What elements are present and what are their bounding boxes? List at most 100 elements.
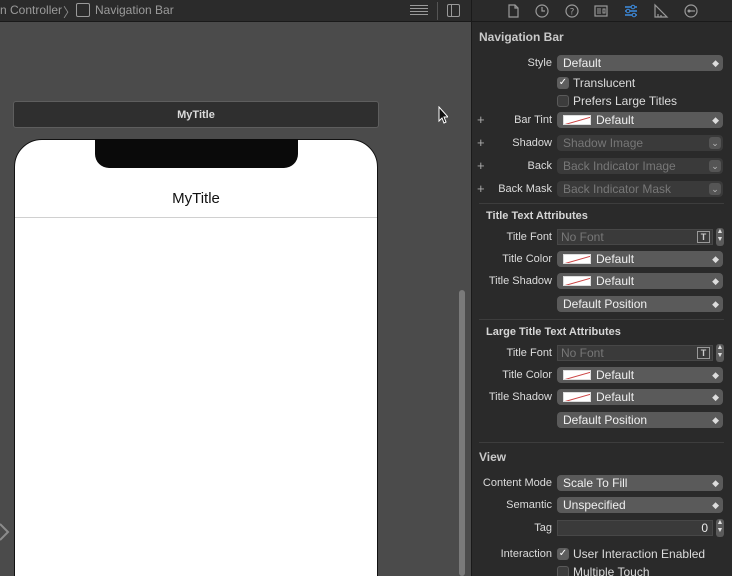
breadcrumb-controller[interactable]: n Controller (0, 3, 62, 17)
large-title-color-label: Title Color (502, 369, 552, 381)
font-picker-icon[interactable]: T (697, 231, 710, 243)
style-label: Style (527, 57, 552, 69)
navigation-bar-title[interactable]: MyTitle (15, 190, 377, 207)
title-font-label: Title Font (506, 231, 552, 243)
translucent-label: Translucent (573, 76, 636, 90)
title-shadow-position-value: Default Position (563, 297, 648, 311)
font-picker-icon[interactable]: T (697, 347, 710, 359)
style-popup[interactable]: Default ◆ (557, 55, 723, 71)
section-view: View (479, 450, 507, 464)
scene-title-bar[interactable]: MyTitle (13, 101, 379, 128)
translucent-checkbox[interactable]: ✓ (557, 77, 569, 89)
size-icon[interactable] (653, 3, 669, 19)
connections-icon[interactable] (683, 3, 699, 19)
large-title-font-placeholder: No Font (561, 346, 604, 360)
svg-text:?: ? (570, 8, 575, 18)
bar-tint-popup[interactable]: Default ◆ (557, 112, 723, 128)
title-color-label: Title Color (502, 253, 552, 265)
style-value: Default (563, 56, 602, 70)
popup-arrows-icon: ◆ (712, 415, 719, 425)
content-mode-value: Scale To Fill (563, 476, 628, 490)
semantic-value: Unspecified (563, 498, 626, 512)
tag-stepper[interactable]: ▲ ▼ (716, 519, 724, 537)
shadow-placeholder: Shadow Image (563, 136, 644, 150)
title-shadow-popup[interactable]: Default ◆ (557, 273, 723, 289)
entry-point-arrow-icon (0, 523, 10, 541)
large-title-font-field[interactable]: No Font T (557, 345, 713, 361)
semantic-popup[interactable]: Unspecified ◆ (557, 497, 723, 513)
history-icon[interactable] (534, 3, 550, 19)
back-indicator-combo[interactable]: Back Indicator Image ⌄ (557, 158, 723, 174)
divider (479, 203, 724, 204)
tag-field[interactable]: 0 (557, 520, 713, 536)
attributes-icon[interactable] (623, 3, 639, 19)
prefers-large-titles-checkbox[interactable] (557, 95, 569, 107)
popup-arrows-icon: ◆ (712, 370, 719, 380)
back-mask-combo[interactable]: Back Indicator Mask ⌄ (557, 181, 723, 197)
bar-tint-plus-button[interactable]: + (477, 112, 485, 127)
divider (479, 442, 724, 443)
chevron-down-icon[interactable]: ⌄ (709, 137, 721, 149)
large-title-color-popup[interactable]: Default ◆ (557, 367, 723, 383)
bar-tint-value: Default (596, 113, 635, 127)
large-title-text-attributes-header: Large Title Text Attributes (486, 326, 621, 338)
user-interaction-label: User Interaction Enabled (573, 547, 706, 561)
popup-arrows-icon: ◆ (712, 392, 719, 402)
back-placeholder: Back Indicator Image (563, 159, 676, 173)
prefers-large-titles-label: Prefers Large Titles (573, 94, 678, 108)
help-icon[interactable]: ? (564, 3, 580, 19)
navigation-bar-divider (15, 217, 377, 218)
navigation-bar-icon (76, 3, 90, 17)
large-title-color-value: Default (596, 368, 635, 382)
storyboard-canvas[interactable]: n Controller 〉 Navigation Bar MyTitle My… (0, 0, 472, 576)
content-mode-popup[interactable]: Scale To Fill ◆ (557, 475, 723, 491)
assistant-editor-icon[interactable] (447, 4, 460, 17)
title-text-attributes-header: Title Text Attributes (486, 210, 588, 222)
shadow-plus-button[interactable]: + (477, 135, 485, 150)
large-title-font-label: Title Font (506, 347, 552, 359)
back-mask-label: Back Mask (498, 183, 552, 195)
divider (437, 2, 438, 20)
interaction-label: Interaction (500, 548, 552, 560)
shadow-label: Shadow (512, 137, 552, 149)
color-swatch (563, 254, 591, 264)
color-swatch (563, 370, 591, 380)
chevron-down-icon[interactable]: ⌄ (709, 160, 721, 172)
popup-arrows-icon: ◆ (712, 58, 719, 68)
iphone-view-controller[interactable]: MyTitle (14, 139, 378, 576)
large-title-shadow-value: Default (596, 390, 635, 404)
shadow-image-combo[interactable]: Shadow Image ⌄ (557, 135, 723, 151)
popup-arrows-icon: ◆ (712, 115, 719, 125)
color-swatch (563, 392, 591, 402)
bar-tint-label: Bar Tint (514, 114, 552, 126)
multiple-touch-label: Multiple Touch (573, 565, 650, 576)
title-font-field[interactable]: No Font T (557, 229, 713, 245)
multiple-touch-checkbox[interactable] (557, 566, 569, 576)
breadcrumb-navigation-bar[interactable]: Navigation Bar (95, 3, 174, 17)
color-swatch (563, 276, 591, 286)
tag-label: Tag (534, 522, 552, 534)
back-plus-button[interactable]: + (477, 158, 485, 173)
title-font-stepper[interactable]: ▲ ▼ (716, 228, 724, 246)
title-shadow-label: Title Shadow (488, 275, 552, 287)
canvas-scrollbar[interactable] (459, 290, 465, 576)
section-navigation-bar: Navigation Bar (479, 30, 564, 44)
back-mask-placeholder: Back Indicator Mask (563, 182, 672, 196)
popup-arrows-icon: ◆ (712, 299, 719, 309)
title-shadow-position-popup[interactable]: Default Position ◆ (557, 296, 723, 312)
chevron-down-icon[interactable]: ⌄ (709, 183, 721, 195)
file-icon[interactable] (505, 3, 521, 19)
attributes-inspector: ? Navigation Bar Style Default ◆ ✓ Transl… (472, 0, 732, 576)
identity-icon[interactable] (593, 3, 609, 19)
back-mask-plus-button[interactable]: + (477, 181, 485, 196)
large-title-shadow-popup[interactable]: Default ◆ (557, 389, 723, 405)
large-title-shadow-position-popup[interactable]: Default Position ◆ (557, 412, 723, 428)
document-outline-icon[interactable] (410, 5, 428, 17)
color-swatch (563, 115, 591, 125)
large-title-font-stepper[interactable]: ▲ ▼ (716, 344, 724, 362)
large-title-shadow-label: Title Shadow (488, 391, 552, 403)
title-color-popup[interactable]: Default ◆ (557, 251, 723, 267)
divider (479, 319, 724, 320)
title-font-placeholder: No Font (561, 230, 604, 244)
user-interaction-checkbox[interactable]: ✓ (557, 548, 569, 560)
